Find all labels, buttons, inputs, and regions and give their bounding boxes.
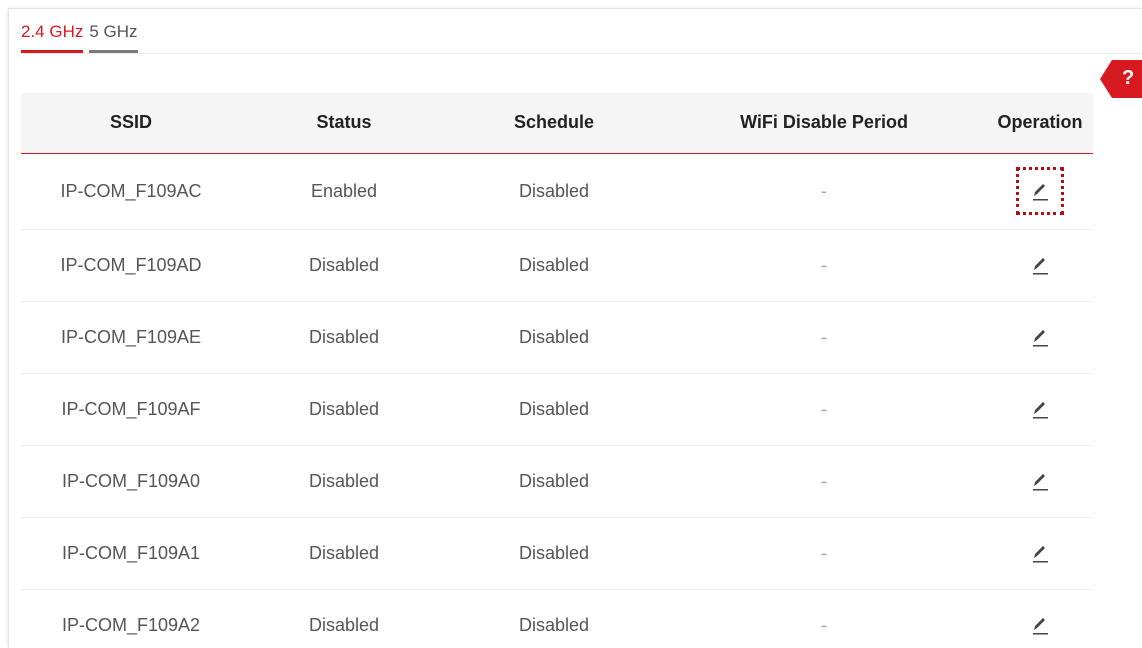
cell-status: Disabled xyxy=(308,614,380,635)
edit-icon[interactable] xyxy=(1029,470,1051,492)
header-wifi-disable-period: WiFi Disable Period xyxy=(740,112,908,133)
cell-ssid: IP-COM_F109A0 xyxy=(61,470,201,491)
wifi-schedule-panel: 2.4 GHz 5 GHz ? SSID Status Schedule WiF… xyxy=(8,8,1142,648)
tab-5ghz[interactable]: 5 GHz xyxy=(89,21,138,53)
cell-wifi-disable-period: - xyxy=(821,614,827,635)
cell-status: Enabled xyxy=(310,180,378,201)
cell-schedule: Disabled xyxy=(518,398,590,419)
cell-ssid: IP-COM_F109AF xyxy=(61,398,201,419)
cell-status: Disabled xyxy=(308,254,380,275)
cell-operation xyxy=(987,229,1093,301)
band-tabs: 2.4 GHz 5 GHz xyxy=(21,21,138,53)
edit-icon[interactable] xyxy=(1029,254,1051,276)
cell-operation xyxy=(987,589,1093,648)
edit-icon[interactable] xyxy=(1029,398,1051,420)
cell-ssid: IP-COM_F109AC xyxy=(60,180,202,201)
cell-wifi-disable-period: - xyxy=(821,542,827,563)
cell-ssid: IP-COM_F109AE xyxy=(60,326,202,347)
help-label: ? xyxy=(1122,67,1135,89)
cell-ssid: IP-COM_F109A2 xyxy=(61,614,201,635)
cell-status: Disabled xyxy=(308,398,380,419)
edit-icon[interactable] xyxy=(1029,542,1051,564)
cell-ssid: IP-COM_F109AD xyxy=(60,254,202,275)
cell-operation xyxy=(987,445,1093,517)
tab-2-4ghz[interactable]: 2.4 GHz xyxy=(21,21,84,53)
edit-icon[interactable] xyxy=(1029,614,1051,636)
cell-schedule: Disabled xyxy=(518,614,590,635)
table-row: IP-COM_F109AD Disabled Disabled - xyxy=(21,229,1093,301)
cell-schedule: Disabled xyxy=(518,180,590,201)
cell-schedule: Disabled xyxy=(518,254,590,275)
cell-operation xyxy=(987,373,1093,445)
header-ssid: SSID xyxy=(109,112,152,133)
edit-icon[interactable] xyxy=(1016,167,1064,216)
cell-status: Disabled xyxy=(308,542,380,563)
cell-status: Disabled xyxy=(308,470,380,491)
cell-schedule: Disabled xyxy=(518,326,590,347)
tabs-divider xyxy=(21,53,1142,54)
header-operation: Operation xyxy=(997,112,1083,133)
ssid-table: SSID Status Schedule WiFi Disable Period… xyxy=(21,93,1093,648)
table-row: IP-COM_F109AF Disabled Disabled - xyxy=(21,373,1093,445)
cell-operation xyxy=(987,517,1093,589)
cell-wifi-disable-period: - xyxy=(821,326,827,347)
header-status: Status xyxy=(316,112,372,133)
cell-operation xyxy=(987,301,1093,373)
cell-operation xyxy=(987,153,1093,229)
help-button[interactable]: ? xyxy=(1100,60,1142,98)
cell-wifi-disable-period: - xyxy=(821,398,827,419)
cell-wifi-disable-period: - xyxy=(821,470,827,491)
cell-status: Disabled xyxy=(308,326,380,347)
cell-ssid: IP-COM_F109A1 xyxy=(61,542,201,563)
cell-schedule: Disabled xyxy=(518,470,590,491)
table-row: IP-COM_F109AC Enabled Disabled - xyxy=(21,153,1093,229)
edit-icon[interactable] xyxy=(1029,326,1051,348)
header-schedule: Schedule xyxy=(513,112,595,133)
table-row: IP-COM_F109A1 Disabled Disabled - xyxy=(21,517,1093,589)
table-row: IP-COM_F109AE Disabled Disabled - xyxy=(21,301,1093,373)
cell-wifi-disable-period: - xyxy=(821,180,827,201)
cell-wifi-disable-period: - xyxy=(821,254,827,275)
help-badge-icon xyxy=(1100,60,1142,98)
table-row: IP-COM_F109A2 Disabled Disabled - xyxy=(21,589,1093,648)
table-header-row: SSID Status Schedule WiFi Disable Period… xyxy=(21,93,1093,153)
table-row: IP-COM_F109A0 Disabled Disabled - xyxy=(21,445,1093,517)
cell-schedule: Disabled xyxy=(518,542,590,563)
